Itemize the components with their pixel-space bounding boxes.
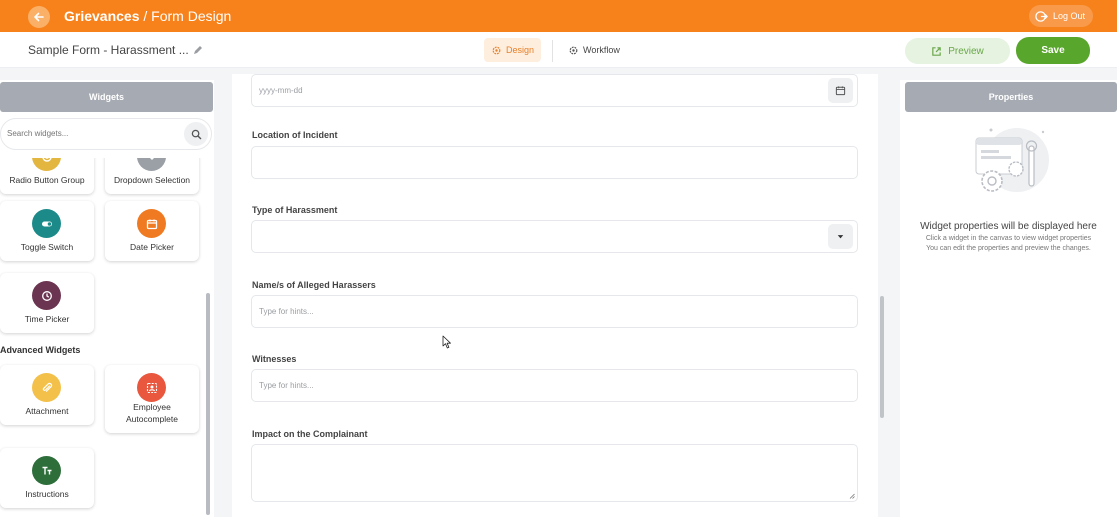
impact-textarea[interactable] bbox=[251, 444, 858, 502]
field-label-witnesses: Witnesses bbox=[252, 354, 297, 364]
properties-empty-line2: You can edit the properties and preview … bbox=[926, 245, 1091, 252]
widget-label: Instructions bbox=[25, 489, 69, 499]
gear-icon bbox=[569, 46, 578, 54]
paperclip-icon bbox=[32, 373, 61, 402]
widget-dropdown-selection[interactable]: Dropdown Selection bbox=[105, 158, 199, 194]
mouse-cursor-icon bbox=[442, 335, 451, 349]
alleged-harassers-input[interactable]: Type for hints... bbox=[251, 295, 858, 328]
widget-toggle-switch[interactable]: Toggle Switch bbox=[0, 201, 94, 261]
widget-radio-button-group[interactable]: Radio Button Group bbox=[0, 158, 94, 194]
caret-down-icon bbox=[837, 235, 844, 239]
calendar-icon bbox=[137, 209, 166, 238]
dropdown-icon bbox=[137, 158, 166, 171]
page-subtitle: Form Design bbox=[151, 8, 232, 24]
widget-label: Date Picker bbox=[130, 242, 174, 252]
pencil-icon[interactable] bbox=[192, 44, 204, 56]
app-title: Grievances / Form Design bbox=[64, 8, 231, 24]
widget-date-picker[interactable]: Date Picker bbox=[105, 201, 199, 261]
top-bar: Grievances / Form Design Log Out bbox=[0, 0, 1117, 32]
properties-panel-title: Properties bbox=[905, 82, 1117, 112]
widget-search[interactable] bbox=[0, 118, 212, 150]
date-field[interactable]: yyyy-mm-dd bbox=[251, 74, 858, 107]
widget-label: Attachment bbox=[25, 406, 69, 416]
properties-empty-title: Widget properties will be displayed here bbox=[920, 221, 1097, 232]
radio-icon bbox=[32, 158, 61, 171]
widget-time-picker[interactable]: Time Picker bbox=[0, 273, 94, 333]
logout-button[interactable]: Log Out bbox=[1028, 5, 1093, 27]
widget-label: Time Picker bbox=[24, 314, 70, 324]
widget-label: Dropdown Selection bbox=[113, 175, 191, 185]
external-link-icon bbox=[932, 46, 941, 56]
save-button[interactable]: Save bbox=[1016, 37, 1090, 64]
employee-icon bbox=[137, 373, 166, 402]
advanced-widgets-title: Advanced Widgets bbox=[0, 345, 81, 355]
widget-list: Radio Button Group Dropdown Selection To… bbox=[0, 158, 205, 517]
date-picker-button[interactable] bbox=[828, 78, 853, 103]
form-canvas: yyyy-mm-dd Location of Incident Type of … bbox=[232, 74, 878, 517]
search-button[interactable] bbox=[184, 122, 208, 146]
text-format-icon bbox=[32, 456, 61, 485]
field-label-alleged-harassers: Name/s of Alleged Harassers bbox=[252, 280, 376, 290]
gear-icon bbox=[492, 46, 501, 54]
date-placeholder: yyyy-mm-dd bbox=[259, 86, 303, 95]
field-label-location: Location of Incident bbox=[252, 130, 338, 140]
widgets-panel-title: Widgets bbox=[0, 82, 213, 112]
search-icon bbox=[191, 129, 201, 139]
tab-workflow[interactable]: Workflow bbox=[561, 38, 627, 62]
search-input[interactable] bbox=[7, 129, 167, 138]
widget-label: Toggle Switch bbox=[20, 242, 74, 252]
harassment-type-select[interactable] bbox=[251, 220, 858, 253]
logout-label: Log Out bbox=[1052, 11, 1085, 21]
calendar-icon bbox=[835, 86, 846, 96]
alleged-harassers-placeholder: Type for hints... bbox=[259, 307, 314, 316]
title-separator: / bbox=[139, 8, 152, 24]
field-label-harassment-type: Type of Harassment bbox=[252, 205, 338, 215]
widgets-panel: Widgets Radio Button Group Dropdown Sele… bbox=[0, 80, 214, 517]
location-input[interactable] bbox=[251, 146, 858, 179]
settings-illustration-icon bbox=[975, 128, 1049, 192]
resize-handle-icon[interactable] bbox=[849, 493, 855, 499]
properties-empty-line1: Click a widget in the canvas to view wid… bbox=[925, 235, 1092, 242]
widget-label: Radio Button Group bbox=[9, 175, 85, 185]
app-name: Grievances bbox=[64, 8, 140, 24]
widget-attachment[interactable]: Attachment bbox=[0, 365, 94, 425]
widget-employee-autocomplete[interactable]: Employee Autocomplete bbox=[105, 365, 199, 433]
form-header: Sample Form - Harassment ... Design Work… bbox=[0, 32, 1117, 68]
logout-icon bbox=[1035, 10, 1048, 22]
widgets-scrollbar[interactable] bbox=[206, 293, 210, 515]
preview-button[interactable]: Preview bbox=[905, 38, 1010, 64]
arrow-left-icon bbox=[34, 12, 44, 22]
tab-design-label: Design bbox=[506, 45, 535, 55]
dropdown-button[interactable] bbox=[828, 224, 853, 249]
widget-instructions[interactable]: Instructions bbox=[0, 448, 94, 508]
witnesses-input[interactable]: Type for hints... bbox=[251, 369, 858, 402]
field-label-impact: Impact on the Complainant bbox=[252, 429, 368, 439]
tab-divider bbox=[552, 40, 553, 62]
widget-label: Employee Autocomplete bbox=[126, 402, 178, 424]
witnesses-placeholder: Type for hints... bbox=[259, 381, 314, 390]
clock-icon bbox=[32, 281, 61, 310]
preview-label: Preview bbox=[948, 45, 984, 57]
canvas-scrollbar[interactable] bbox=[880, 296, 884, 418]
back-button[interactable] bbox=[28, 6, 50, 28]
properties-panel: Properties Widget properties will be dis… bbox=[900, 80, 1117, 517]
toggle-icon bbox=[32, 209, 61, 238]
form-name: Sample Form - Harassment ... bbox=[28, 43, 189, 57]
tab-workflow-label: Workflow bbox=[583, 45, 620, 55]
tab-design[interactable]: Design bbox=[484, 38, 542, 62]
